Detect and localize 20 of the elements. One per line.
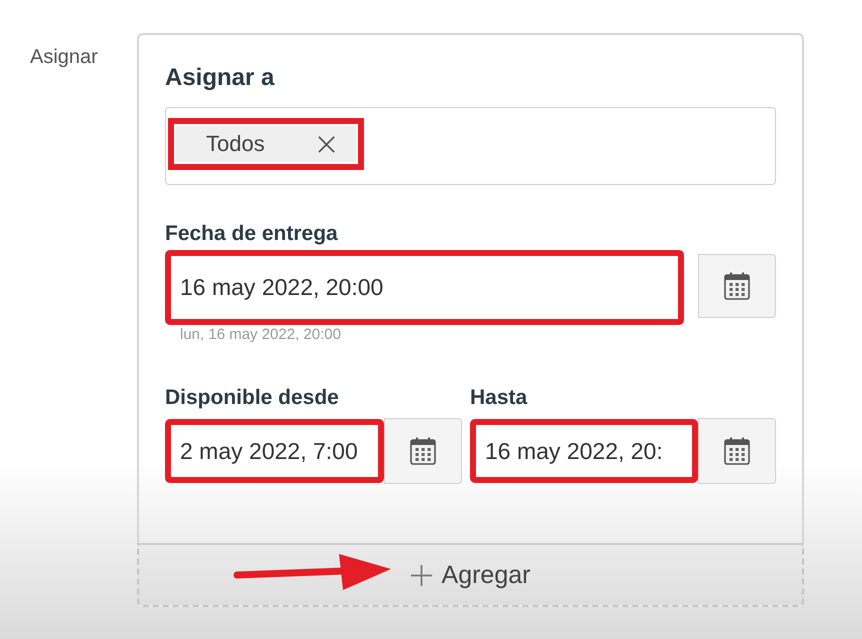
section-label: Asignar xyxy=(30,45,99,69)
field-label: Disponible desde xyxy=(165,386,340,410)
field-label: Hasta xyxy=(470,386,528,410)
assignee-tag[interactable]: Todos xyxy=(168,118,364,170)
calendar-button[interactable] xyxy=(698,418,776,484)
date-input[interactable]: 16 may 2022, 20:00 xyxy=(165,250,684,325)
date-input[interactable]: 16 may 2022, 20: xyxy=(470,419,698,483)
calendar-button[interactable] xyxy=(698,254,776,318)
remove-icon[interactable] xyxy=(316,134,336,154)
calendar-button[interactable] xyxy=(384,418,462,484)
add-button[interactable]: Agregar xyxy=(137,543,804,607)
date-input[interactable]: 2 may 2022, 7:00 xyxy=(165,419,384,483)
calendar-icon xyxy=(410,437,436,465)
assignee-field[interactable]: Todos xyxy=(165,107,776,185)
date-hint: lun, 16 may 2022, 20:00 xyxy=(179,326,342,344)
plus-icon xyxy=(410,564,432,586)
calendar-icon xyxy=(724,272,750,300)
card-heading: Asignar a xyxy=(165,64,276,92)
field-label: Fecha de entrega xyxy=(165,222,339,246)
calendar-icon xyxy=(724,437,750,465)
